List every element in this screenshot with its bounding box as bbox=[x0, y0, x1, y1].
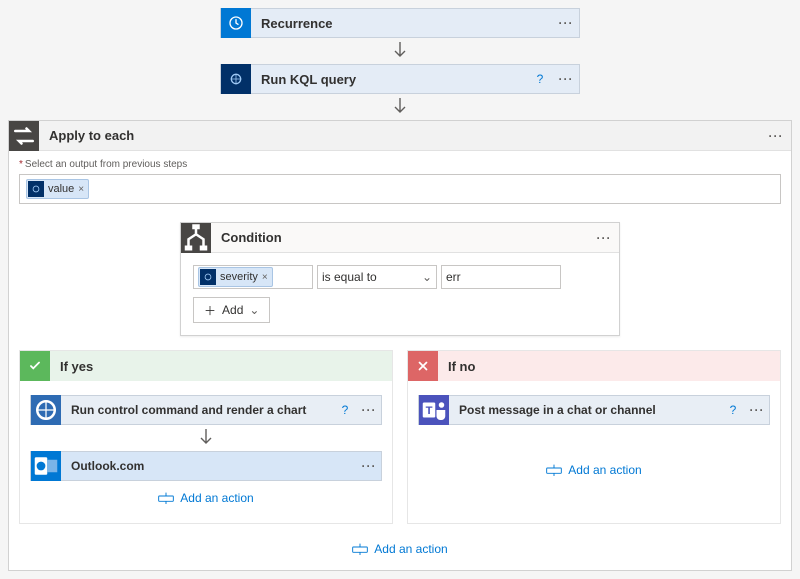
token-label: severity bbox=[220, 271, 258, 283]
clock-icon bbox=[221, 8, 251, 38]
token-icon bbox=[200, 269, 216, 285]
query-icon bbox=[221, 64, 251, 94]
condition-operator-select[interactable]: is equal to ⌄ bbox=[317, 265, 437, 289]
menu-icon[interactable]: ··· bbox=[589, 231, 619, 245]
chevron-down-icon: ⌄ bbox=[249, 303, 259, 317]
remove-token-icon[interactable]: × bbox=[262, 272, 268, 283]
help-icon[interactable]: ? bbox=[527, 72, 553, 86]
token-severity[interactable]: severity × bbox=[198, 267, 273, 287]
condition-header[interactable]: Condition ··· bbox=[181, 223, 619, 253]
operator-label: is equal to bbox=[322, 270, 377, 284]
loop-icon bbox=[9, 121, 39, 151]
trigger-title: Recurrence bbox=[251, 16, 553, 31]
menu-icon[interactable]: ··· bbox=[553, 16, 579, 30]
action-title: Post message in a chat or channel bbox=[449, 403, 721, 417]
plus-icon: ＋ bbox=[204, 302, 216, 319]
action-outlook[interactable]: Outlook.com ··· bbox=[30, 451, 382, 481]
close-icon bbox=[408, 351, 438, 381]
teams-icon: T bbox=[419, 395, 449, 425]
condition-right-input[interactable]: err bbox=[441, 265, 561, 289]
menu-icon[interactable]: ··· bbox=[745, 403, 769, 417]
add-action-button[interactable]: Add an action bbox=[158, 481, 253, 505]
trigger-recurrence[interactable]: Recurrence ··· bbox=[220, 8, 580, 38]
help-icon[interactable]: ? bbox=[721, 403, 745, 417]
condition-card: Condition ··· severity × bbox=[180, 222, 620, 336]
branch-yes-header[interactable]: If yes bbox=[20, 351, 392, 381]
token-icon bbox=[28, 181, 44, 197]
chevron-down-icon: ⌄ bbox=[422, 270, 432, 284]
action-title: Run control command and render a chart bbox=[61, 403, 333, 417]
add-action-label: Add an action bbox=[568, 463, 641, 477]
menu-icon[interactable]: ··· bbox=[553, 72, 579, 86]
action-run-control-command[interactable]: Run control command and render a chart ?… bbox=[30, 395, 382, 425]
arrow-down-icon bbox=[393, 98, 407, 116]
menu-icon[interactable]: ··· bbox=[357, 403, 381, 417]
chart-icon bbox=[31, 395, 61, 425]
remove-token-icon[interactable]: × bbox=[78, 184, 84, 195]
outlook-icon bbox=[31, 451, 61, 481]
branch-no-header[interactable]: If no bbox=[408, 351, 780, 381]
help-icon[interactable]: ? bbox=[333, 403, 357, 417]
condition-right-value: err bbox=[446, 270, 461, 284]
add-action-label: Add an action bbox=[180, 491, 253, 505]
arrow-down-icon bbox=[393, 42, 407, 60]
svg-text:T: T bbox=[426, 405, 433, 417]
select-output-label: Select an output from previous steps bbox=[19, 159, 781, 170]
add-action-button[interactable]: Add an action bbox=[546, 453, 641, 477]
branch-no: If no T Post message in a chat or channe… bbox=[407, 350, 781, 524]
scope-header[interactable]: Apply to each ··· bbox=[9, 121, 791, 151]
step-run-kql[interactable]: Run KQL query ? ··· bbox=[220, 64, 580, 94]
add-row-button[interactable]: ＋ Add ⌄ bbox=[193, 297, 270, 323]
add-action-button[interactable]: Add an action bbox=[19, 524, 781, 556]
select-output-input[interactable]: value × bbox=[19, 174, 781, 204]
scope-title: Apply to each bbox=[39, 128, 761, 143]
branch-yes: If yes Run control command and render a … bbox=[19, 350, 393, 524]
token-label: value bbox=[48, 183, 74, 195]
token-value[interactable]: value × bbox=[26, 179, 89, 199]
add-action-label: Add an action bbox=[374, 542, 447, 556]
add-row-label: Add bbox=[222, 303, 243, 317]
branch-icon bbox=[181, 223, 211, 253]
step-title: Run KQL query bbox=[251, 72, 527, 87]
menu-icon[interactable]: ··· bbox=[761, 129, 791, 143]
arrow-down-icon bbox=[199, 429, 213, 447]
check-icon bbox=[20, 351, 50, 381]
branch-no-title: If no bbox=[438, 359, 485, 374]
action-title: Outlook.com bbox=[61, 459, 357, 473]
action-teams-post[interactable]: T Post message in a chat or channel ? ··… bbox=[418, 395, 770, 425]
menu-icon[interactable]: ··· bbox=[357, 459, 381, 473]
branch-yes-title: If yes bbox=[50, 359, 103, 374]
condition-title: Condition bbox=[211, 230, 589, 245]
scope-apply-to-each: Apply to each ··· Select an output from … bbox=[8, 120, 792, 571]
condition-left-input[interactable]: severity × bbox=[193, 265, 313, 289]
